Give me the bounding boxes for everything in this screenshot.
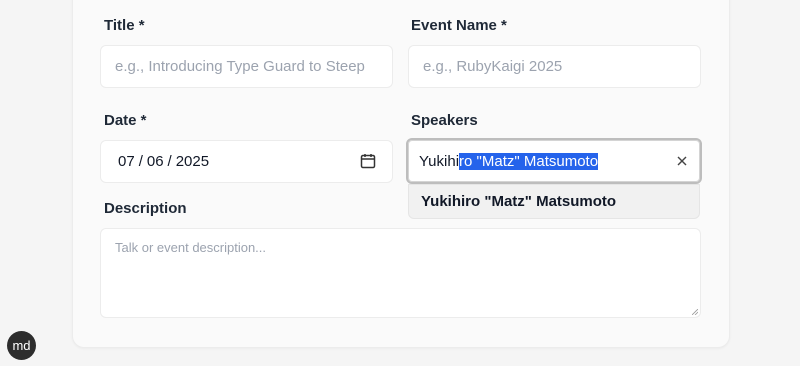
title-placeholder: e.g., Introducing Type Guard to Steep: [115, 58, 365, 75]
title-input[interactable]: e.g., Introducing Type Guard to Steep: [100, 45, 393, 88]
date-month[interactable]: 07: [118, 153, 135, 170]
speakers-selected-text: ro "Matz" Matsumoto: [459, 152, 599, 170]
avatar[interactable]: md: [7, 331, 36, 360]
event-name-placeholder: e.g., RubyKaigi 2025: [423, 58, 563, 75]
date-day[interactable]: 06: [147, 153, 164, 170]
description-label: Description: [104, 200, 187, 217]
date-separator: /: [167, 153, 172, 170]
speaker-suggestion-item[interactable]: Yukihiro "Matz" Matsumoto: [408, 184, 700, 219]
title-label: Title *: [104, 17, 145, 34]
date-label: Date *: [104, 112, 147, 129]
date-input[interactable]: 07 / 06 / 2025: [100, 140, 393, 183]
description-placeholder: Talk or event description...: [115, 240, 267, 255]
date-separator: /: [138, 153, 143, 170]
speakers-label: Speakers: [411, 112, 478, 129]
speakers-input[interactable]: Yukihi ro "Matz" Matsumoto: [406, 138, 702, 184]
resize-handle-icon[interactable]: [692, 309, 698, 315]
calendar-icon[interactable]: [360, 153, 376, 169]
event-name-label: Event Name *: [411, 17, 507, 34]
speakers-typed-text: Yukihi: [419, 152, 460, 170]
date-year[interactable]: 2025: [176, 153, 209, 170]
description-textarea[interactable]: Talk or event description...: [100, 228, 701, 318]
event-name-input[interactable]: e.g., RubyKaigi 2025: [408, 45, 701, 88]
close-icon[interactable]: [676, 155, 688, 167]
